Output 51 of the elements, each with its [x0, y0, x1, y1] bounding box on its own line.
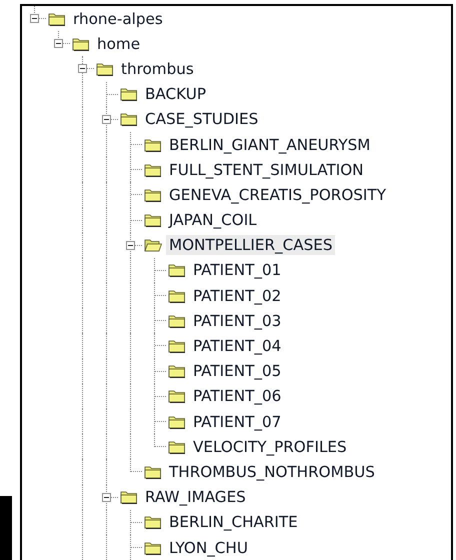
tree-item[interactable]: PATIENT_04 — [190, 336, 284, 356]
tree-item[interactable]: MONTPELLIER_CASES — [166, 235, 336, 256]
collapse-icon[interactable] — [102, 114, 111, 124]
tree-item[interactable]: PATIENT_02 — [190, 286, 284, 306]
folder-icon — [144, 515, 162, 530]
folder-icon — [120, 490, 138, 504]
tree-item[interactable]: PATIENT_03 — [190, 310, 284, 331]
collapse-icon[interactable] — [54, 39, 63, 48]
tree-item[interactable]: LYON_CHU — [166, 538, 251, 558]
folder-icon — [144, 464, 162, 479]
folder-icon — [96, 62, 114, 76]
tree-item[interactable]: thrombus — [118, 58, 197, 79]
tree-item[interactable]: THROMBUS_NOTHROMBUS — [166, 462, 378, 482]
collapse-icon[interactable] — [126, 240, 135, 250]
folder-icon — [72, 36, 90, 51]
folder-icon — [144, 540, 162, 555]
folder-icon — [120, 112, 138, 126]
folder-icon — [144, 188, 162, 202]
tree-item[interactable]: PATIENT_06 — [190, 386, 284, 406]
tree-item[interactable]: BACKUP — [142, 84, 209, 104]
folder-icon — [120, 87, 138, 102]
folder-icon — [168, 364, 186, 378]
tree-item[interactable]: CASE_STUDIES — [142, 109, 262, 130]
tree-item[interactable]: VELOCITY_PROFILES — [190, 436, 350, 457]
tree-item[interactable]: PATIENT_07 — [190, 412, 284, 432]
folder-icon — [144, 162, 162, 177]
folder-icon — [144, 138, 162, 152]
tree-item[interactable]: FULL_STENT_SIMULATION — [166, 160, 367, 180]
tree-item[interactable]: RAW_IMAGES — [142, 487, 249, 508]
tree-item[interactable]: PATIENT_05 — [190, 361, 284, 382]
folder-icon — [168, 389, 186, 404]
collapse-icon[interactable] — [102, 492, 111, 502]
tree-item[interactable]: GENEVA_CREATIS_POROSITY — [166, 184, 389, 205]
folder-icon — [168, 440, 186, 454]
folder-icon — [48, 12, 66, 26]
folder-icon — [144, 213, 162, 228]
tree-item[interactable]: JAPAN_COIL — [166, 210, 260, 230]
tree-item[interactable]: BERLIN_GIANT_ANEURYSM — [166, 134, 374, 155]
collapse-icon[interactable] — [78, 64, 87, 74]
tree-item[interactable]: home — [94, 34, 144, 54]
dark-panel — [0, 496, 12, 560]
tree-item[interactable]: rhone-alpes — [70, 8, 166, 29]
tree-item[interactable]: BERLIN_CHARITE — [166, 512, 301, 532]
folder-icon — [168, 339, 186, 354]
collapse-icon[interactable] — [30, 14, 39, 23]
folder-icon — [168, 263, 186, 278]
folder-icon — [168, 414, 186, 429]
open-folder-icon — [144, 238, 162, 252]
folder-icon — [168, 314, 186, 328]
tree-item[interactable]: PATIENT_01 — [190, 260, 284, 280]
folder-icon — [168, 288, 186, 303]
